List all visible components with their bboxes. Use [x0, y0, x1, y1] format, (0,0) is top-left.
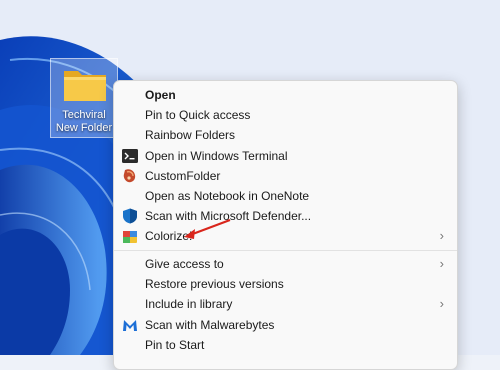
desktop-folder[interactable]: Techviral New Folder	[50, 58, 118, 138]
menu-item-customfolder[interactable]: CustomFolder	[114, 166, 457, 186]
menu-item-include-library[interactable]: Include in library ›	[114, 294, 457, 314]
menu-item-label: Include in library	[145, 297, 233, 311]
chevron-right-icon: ›	[439, 256, 444, 271]
menu-item-colorize[interactable]: Colorize! ›	[114, 226, 457, 246]
menu-item-defender-scan[interactable]: Scan with Microsoft Defender...	[114, 206, 457, 226]
menu-item-malwarebytes[interactable]: Scan with Malwarebytes	[114, 315, 457, 335]
menu-item-open-terminal[interactable]: Open in Windows Terminal	[114, 146, 457, 166]
menu-item-give-access[interactable]: Give access to ›	[114, 254, 457, 274]
colorize-icon	[123, 231, 137, 243]
menu-separator	[114, 250, 457, 251]
menu-item-label: Open as Notebook in OneNote	[145, 189, 310, 203]
malwarebytes-icon	[123, 320, 137, 331]
menu-item-pin-quick-access[interactable]: Pin to Quick access	[114, 105, 457, 125]
menu-item-onenote[interactable]: Open as Notebook in OneNote	[114, 186, 457, 206]
chevron-right-icon: ›	[439, 296, 444, 311]
menu-item-label: Open	[145, 88, 176, 102]
menu-item-restore-versions[interactable]: Restore previous versions	[114, 274, 457, 294]
menu-item-open[interactable]: Open	[114, 85, 457, 105]
customfolder-icon	[123, 169, 136, 183]
menu-item-label: CustomFolder	[145, 169, 221, 183]
menu-item-label: Restore previous versions	[145, 277, 284, 291]
folder-name: Techviral New Folder	[51, 109, 117, 135]
folder-icon	[64, 71, 106, 101]
menu-item-label: Open in Windows Terminal	[145, 149, 288, 163]
menu-item-label: Pin to Start	[145, 338, 205, 352]
menu-item-label: Pin to Quick access	[145, 108, 251, 122]
menu-item-label: Rainbow Folders	[145, 128, 236, 142]
folder-name-line2: New Folder	[55, 122, 113, 134]
defender-shield-icon	[123, 208, 137, 224]
context-menu: Open Pin to Quick access Rainbow Folders…	[113, 80, 458, 370]
menu-item-pin-start[interactable]: Pin to Start	[114, 335, 457, 355]
terminal-icon	[122, 149, 138, 163]
red-arrow-annotation	[184, 218, 231, 239]
menu-item-label: Give access to	[145, 257, 224, 271]
menu-item-label: Scan with Malwarebytes	[145, 318, 275, 332]
folder-name-line1: Techviral	[62, 109, 106, 121]
chevron-right-icon: ›	[439, 228, 444, 243]
menu-item-rainbow-folders[interactable]: Rainbow Folders	[114, 125, 457, 145]
